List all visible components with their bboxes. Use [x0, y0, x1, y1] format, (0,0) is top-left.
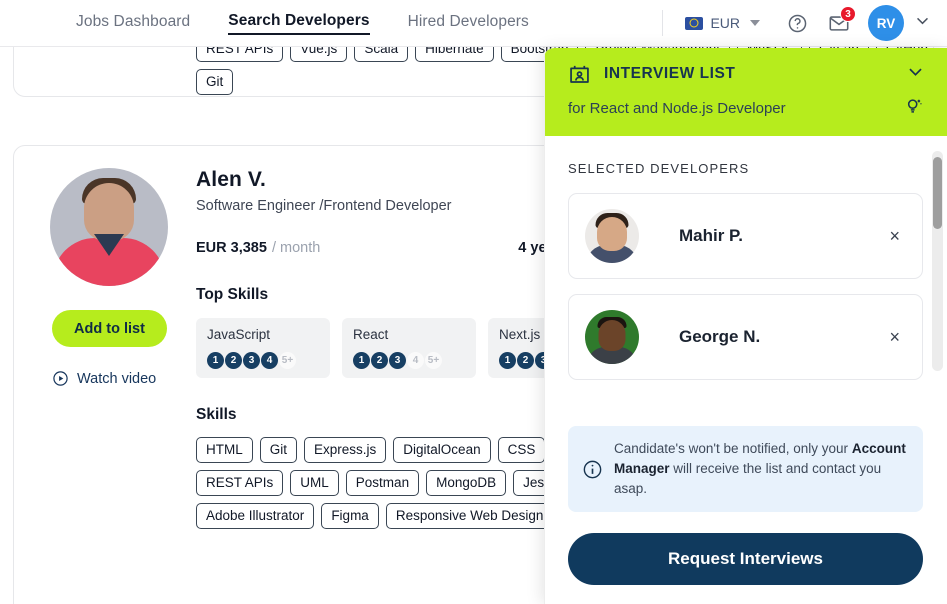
top-skill-level-dots: 1 2 3 4 5+ — [353, 352, 465, 369]
interview-list-header: INTERVIEW LIST for React and Node.js Dev… — [544, 48, 947, 136]
selected-developer-name: Mahir P. — [679, 226, 743, 245]
level-dot: 1 — [207, 352, 224, 369]
skill-tag[interactable]: Adobe Illustrator — [196, 503, 315, 529]
nav-divider — [662, 10, 664, 36]
level-dot: 3 — [389, 352, 406, 369]
level-dot: 1 — [353, 352, 370, 369]
selected-developers-label: SELECTED DEVELOPERS — [568, 161, 750, 176]
top-skill-card: React 1 2 3 4 5+ — [342, 318, 476, 378]
watch-video-button[interactable]: Watch video — [52, 370, 182, 387]
skill-tag[interactable]: CSS — [497, 437, 546, 463]
skill-tag[interactable]: Responsive Web Design — [385, 503, 554, 529]
currency-label: EUR — [710, 15, 740, 31]
request-interviews-button[interactable]: Request Interviews — [568, 533, 923, 585]
help-circle-icon — [788, 14, 806, 32]
chevron-down-icon — [750, 20, 760, 26]
play-circle-icon — [53, 371, 68, 386]
info-circle-icon — [583, 460, 602, 478]
help-button[interactable] — [780, 6, 814, 40]
panel-scrollbar-track[interactable] — [932, 151, 943, 371]
interview-list-panel: INTERVIEW LIST for React and Node.js Dev… — [544, 48, 947, 604]
selected-developer-name: George N. — [679, 327, 761, 346]
top-skill-name: React — [353, 327, 389, 342]
skill-tag[interactable]: Figma — [321, 503, 379, 529]
suggestions-button[interactable] — [903, 95, 925, 122]
notice-line-1: Candidate's won't be notified, only your — [614, 441, 849, 456]
skill-tag[interactable]: Express.js — [304, 437, 387, 463]
skill-tag[interactable]: HTML — [196, 437, 253, 463]
top-skill-card: JavaScript 1 2 3 4 5+ — [196, 318, 330, 378]
panel-scrollbar-thumb[interactable] — [933, 157, 942, 229]
top-skill-name: JavaScript — [207, 327, 271, 342]
selected-developers-list: Mahir P. × George N. × — [544, 176, 947, 380]
top-navigation-bar: Jobs Dashboard Search Developers Hired D… — [0, 0, 947, 47]
nav-tab-jobs-dashboard[interactable]: Jobs Dashboard — [76, 13, 190, 34]
avatar — [585, 310, 639, 364]
skill-tag[interactable]: REST APIs — [196, 470, 284, 496]
interview-list-title: INTERVIEW LIST — [604, 65, 736, 82]
developer-rate-period: / month — [271, 240, 321, 256]
level-dot: 2 — [371, 352, 388, 369]
nav-tab-hired-developers[interactable]: Hired Developers — [408, 13, 529, 34]
level-dot: 1 — [499, 352, 516, 369]
skill-tag[interactable]: Git — [259, 437, 298, 463]
chevron-down-icon — [909, 68, 922, 76]
developer-photo — [50, 168, 168, 286]
level-dot: 4 — [407, 352, 424, 369]
notice-text: Candidate's won't be notified, only your… — [614, 439, 907, 499]
lightbulb-sparkle-icon — [907, 99, 922, 113]
level-dot: 5+ — [425, 352, 442, 369]
interview-list-header-top: INTERVIEW LIST — [568, 62, 925, 86]
developer-left-column: Add to list Watch video — [42, 168, 182, 387]
currency-selector[interactable]: EUR — [685, 15, 760, 31]
interview-list-footer: Candidate's won't be notified, only your… — [544, 426, 947, 604]
level-dot: 3 — [243, 352, 260, 369]
selected-developer-row[interactable]: George N. × — [568, 294, 923, 380]
skill-tag[interactable]: UML — [290, 470, 339, 496]
add-to-list-button[interactable]: Add to list — [52, 310, 167, 347]
skill-tag[interactable]: Git — [196, 69, 234, 95]
level-dot: 2 — [225, 352, 242, 369]
messages-button[interactable]: 3 — [822, 6, 856, 40]
account-menu-button[interactable] — [914, 12, 931, 34]
app-root: Jobs Dashboard Search Developers Hired D… — [0, 0, 947, 604]
chevron-down-icon — [916, 17, 929, 25]
remove-developer-button[interactable]: × — [885, 324, 904, 350]
nav-tabs: Jobs Dashboard Search Developers Hired D… — [76, 12, 529, 35]
messages-badge: 3 — [840, 6, 856, 22]
collapse-panel-button[interactable] — [906, 62, 925, 86]
interview-list-subtitle: for React and Node.js Developer — [568, 100, 786, 117]
skill-tag[interactable]: MongoDB — [426, 470, 507, 496]
selected-developer-row[interactable]: Mahir P. × — [568, 193, 923, 279]
user-avatar[interactable]: RV — [868, 5, 904, 41]
interview-list-body: SELECTED DEVELOPERS Mahir P. × George N.… — [544, 136, 947, 426]
skill-tag[interactable]: DigitalOcean — [393, 437, 491, 463]
skill-tag[interactable]: Postman — [345, 470, 420, 496]
notice-box: Candidate's won't be notified, only your… — [568, 426, 923, 512]
nav-right-cluster: EUR 3 RV — [662, 5, 947, 41]
nav-tab-search-developers[interactable]: Search Developers — [228, 12, 370, 35]
level-dot: 5+ — [279, 352, 296, 369]
watch-video-label: Watch video — [77, 370, 157, 387]
interview-list-header-sub: for React and Node.js Developer — [568, 95, 925, 122]
avatar — [585, 209, 639, 263]
level-dot: 4 — [261, 352, 278, 369]
remove-developer-button[interactable]: × — [885, 223, 904, 249]
top-skill-level-dots: 1 2 3 4 5+ — [207, 352, 319, 369]
developer-rate: EUR 3,385 — [196, 240, 267, 256]
eu-flag-icon — [685, 16, 704, 30]
calendar-person-icon — [570, 65, 589, 83]
level-dot: 2 — [517, 352, 534, 369]
